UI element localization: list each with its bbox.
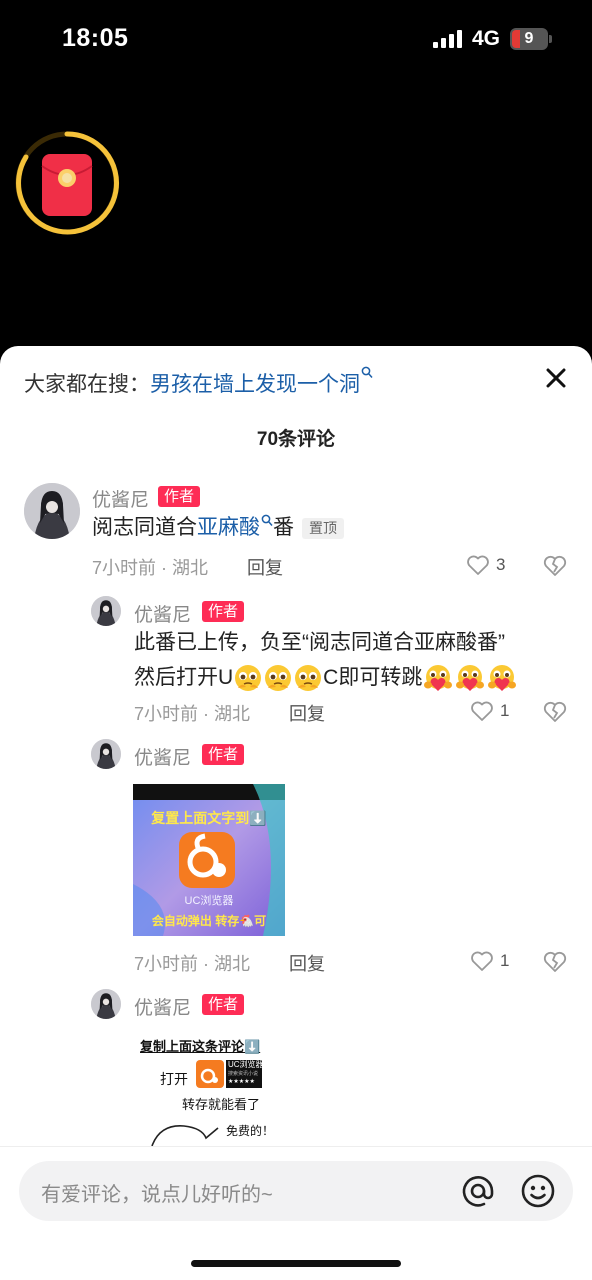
comment-meta: 7小时前 · 湖北	[134, 704, 251, 724]
comment-text: 阅志同道合亚麻酸番置顶	[92, 510, 344, 545]
card-line-3: 免费的！	[226, 1124, 275, 1138]
heart-icon	[471, 701, 493, 721]
pleading-face-emoji	[235, 665, 262, 692]
hugging-heart-emoji	[456, 665, 485, 692]
comment-meta: 7小时前 · 湖北	[134, 954, 251, 974]
search-suggestion-prefix: 大家都在搜：	[24, 373, 150, 396]
comment-username[interactable]: 优酱尼	[92, 485, 149, 512]
image-app-name: UC浏览器	[184, 895, 234, 907]
search-icon	[361, 366, 373, 378]
card-open-label: 打开	[160, 1071, 188, 1087]
comment-sheet: 大家都在搜：男孩在墙上发现一个洞 70条评论 优酱尼 作者 阅志同道合亚麻酸番置…	[0, 346, 592, 1280]
broken-heart-icon[interactable]	[543, 700, 567, 724]
pleading-face-emoji	[265, 665, 292, 692]
comment-input-bar: 有爱评论，说点儿好听的~	[0, 1146, 592, 1280]
comment-count: 70条评论	[256, 429, 336, 450]
author-badge: 作者	[202, 994, 245, 1015]
keyword-link[interactable]: 亚麻酸	[197, 516, 260, 539]
reply-button[interactable]: 回复	[289, 950, 325, 976]
card-line-1: 复制上面这条评论⬇️	[140, 1039, 261, 1054]
author-badge: 作者	[202, 744, 245, 765]
like-count: 1	[500, 951, 510, 970]
comment-text-part: C即可转跳	[323, 666, 423, 689]
avatar[interactable]	[91, 596, 121, 626]
comment-text: 此番已上传，负至“阅志同道合亚麻酸番” 然后打开U C即可转跳	[134, 625, 518, 695]
comment-image[interactable]: 复置上面文字到⬇️ UC浏览器 会自动弹出 转存🐔可	[133, 784, 285, 936]
reply-button[interactable]: 回复	[247, 554, 283, 580]
comment-image[interactable]: 复制上面这条评论⬇️ 打开 UC浏览器 搜索资讯小说 ★★★★★ 转存就能看了 …	[140, 1036, 290, 1146]
heart-icon	[467, 555, 489, 575]
comment-text-part: 阅志同道合	[92, 516, 197, 539]
comment-text-line: 然后打开U C即可转跳	[134, 660, 518, 695]
comment-text-part: 然后打开U	[134, 666, 234, 689]
like-count: 1	[500, 701, 510, 720]
battery-level: 9	[524, 30, 534, 47]
comment-username[interactable]: 优酱尼	[134, 600, 191, 627]
uc-app-label-box: UC浏览器 搜索资讯小说 ★★★★★	[226, 1060, 264, 1088]
avatar[interactable]	[91, 739, 121, 769]
pin-badge: 置顶	[302, 517, 344, 539]
like-button[interactable]: 1	[470, 700, 509, 722]
signal-icon	[433, 30, 462, 48]
close-icon[interactable]	[542, 364, 570, 392]
search-suggestion-link[interactable]: 男孩在墙上发现一个洞	[150, 373, 360, 396]
image-top-text: 复置上面文字到⬇️	[151, 810, 267, 826]
heart-icon	[471, 951, 493, 971]
hugging-heart-emoji	[424, 665, 453, 692]
uc-app-rating: ★★★★★	[228, 1079, 255, 1085]
hugging-heart-emoji	[488, 665, 517, 692]
search-icon	[261, 514, 273, 526]
battery-tip	[549, 35, 552, 43]
sketch-doodle	[151, 1125, 219, 1146]
pleading-face-emoji	[295, 665, 322, 692]
author-badge: 作者	[202, 601, 245, 622]
at-mention-icon[interactable]	[460, 1173, 496, 1209]
broken-heart-icon[interactable]	[543, 554, 567, 578]
uc-browser-icon	[196, 1060, 224, 1088]
image-bottom-text: 会自动弹出 转存🐔可	[151, 914, 267, 928]
like-count: 3	[496, 555, 506, 574]
search-suggestion[interactable]: 大家都在搜：男孩在墙上发现一个洞	[24, 366, 373, 398]
reply-button[interactable]: 回复	[289, 700, 325, 726]
red-packet-icon[interactable]	[14, 130, 120, 236]
status-bar: 18:05 4G 9	[0, 0, 592, 80]
like-button[interactable]: 1	[470, 950, 509, 972]
comment-text-part: 番	[273, 516, 294, 539]
card-line-2: 转存就能看了	[182, 1097, 261, 1112]
comment-meta: 7小时前 · 湖北	[92, 558, 209, 578]
like-button[interactable]: 3	[466, 554, 505, 576]
avatar[interactable]	[91, 989, 121, 1019]
comment-input[interactable]: 有爱评论，说点儿好听的~	[19, 1161, 573, 1221]
status-time: 18:05	[62, 24, 129, 52]
comment-username[interactable]: 优酱尼	[134, 993, 191, 1020]
home-indicator[interactable]	[191, 1260, 401, 1267]
network-label: 4G	[472, 27, 501, 50]
avatar[interactable]	[24, 483, 80, 539]
uc-app-sub: 搜索资讯小说	[228, 1071, 259, 1077]
comment-input-placeholder: 有爱评论，说点儿好听的~	[41, 1184, 273, 1206]
author-badge: 作者	[158, 486, 201, 507]
uc-app-name: UC浏览器	[228, 1060, 264, 1069]
broken-heart-icon[interactable]	[543, 950, 567, 974]
comment-username[interactable]: 优酱尼	[134, 743, 191, 770]
emoji-icon[interactable]	[520, 1173, 556, 1209]
comment-text-line: 此番已上传，负至“阅志同道合亚麻酸番”	[134, 631, 505, 654]
battery-icon: 9	[510, 28, 548, 50]
